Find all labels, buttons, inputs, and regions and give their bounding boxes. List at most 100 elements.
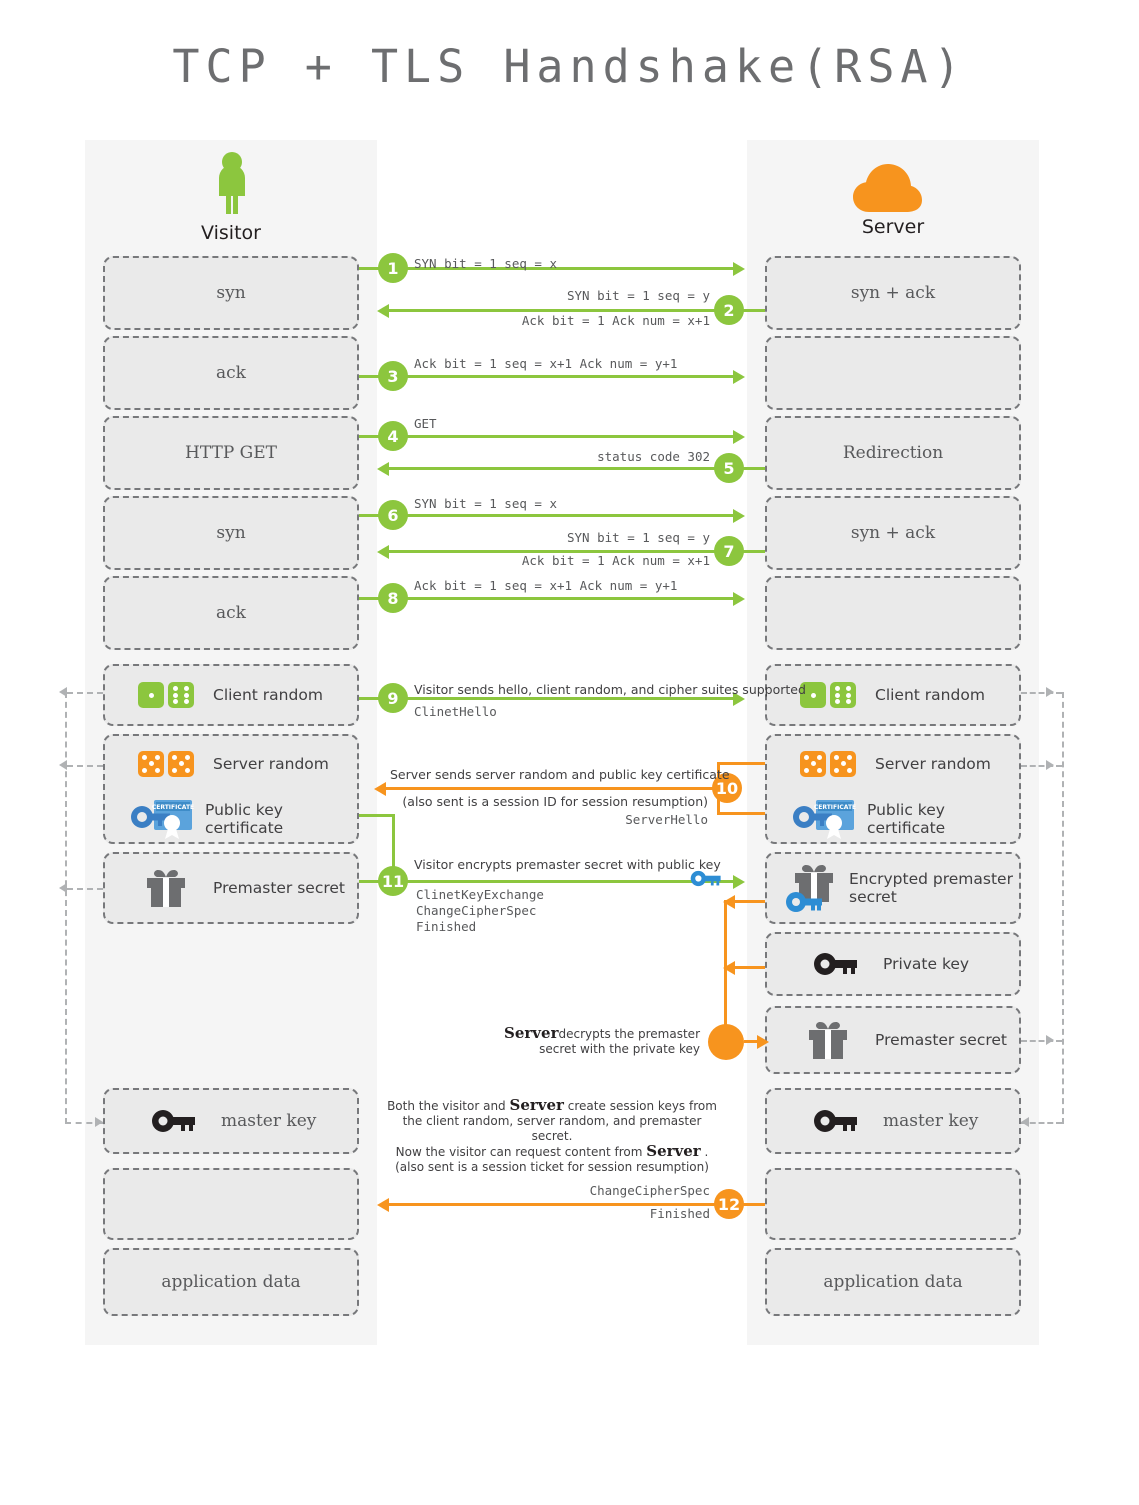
decrypt-vertical-line [724, 900, 727, 1042]
box-label: Public key certificate [867, 800, 946, 837]
message-11-proto-1: ClinetKeyExchange [416, 887, 544, 902]
box-label: syn [216, 283, 246, 303]
bracket-10-bottom [717, 812, 765, 815]
box-label: syn [216, 523, 246, 543]
right-tap-client-random [1021, 692, 1062, 694]
master-note-1c: create session keys from [567, 1099, 717, 1113]
arrow-line-4 [359, 435, 739, 438]
message-7a: SYN bit = 1 seq = y [567, 530, 710, 545]
box-redirection: Redirection [765, 416, 1021, 490]
box-syn-ack-1: syn + ack [765, 256, 1021, 330]
step-badge-9: 9 [378, 683, 408, 713]
box-client-random-left: Client random [103, 664, 359, 726]
right-tap-premaster [1021, 1040, 1062, 1042]
box-encrypted-premaster: Encrypted premaster secret [765, 852, 1021, 924]
box-label: Client random [213, 686, 323, 704]
box-ack-2: ack [103, 576, 359, 650]
master-note-2: the client random, server random, and pr… [402, 1114, 702, 1143]
box-blank-left [103, 1168, 359, 1240]
right-tap-client-random-head [1046, 687, 1054, 697]
message-12a: ChangeCipherSpec [589, 1183, 710, 1198]
right-tap-premaster-head [1046, 1035, 1054, 1045]
decrypt-node [708, 1024, 744, 1060]
step-badge-3: 3 [378, 361, 408, 391]
bracket-10-top [717, 762, 765, 765]
message-8: Ack bit = 1 seq = x+1 Ack num = y+1 [414, 578, 678, 593]
arrow-head-12 [377, 1197, 389, 1212]
step-badge-11: 11 [378, 866, 408, 896]
step-badge-6: 6 [378, 500, 408, 530]
step-badge-7: 7 [714, 536, 744, 566]
box-private-key: Private key [765, 932, 1021, 996]
master-note-server-1: Server [509, 1096, 564, 1114]
orange-dice-icon [135, 750, 197, 777]
decrypt-feed-privatekey-line [735, 966, 765, 969]
box-label: master key [221, 1111, 317, 1131]
arrow-line-2 [389, 309, 765, 312]
box-blank-right-3 [765, 1168, 1021, 1240]
message-9-desc: Visitor sends hello, client random, and … [414, 682, 806, 697]
key-icon [143, 1108, 205, 1134]
diagram-canvas: TCP + TLS Handshake(RSA) Visitor Server … [0, 0, 1139, 1505]
cert-to-step11-horizontal [359, 814, 395, 817]
cloud-icon [845, 158, 941, 214]
arrow-head-1 [733, 261, 745, 276]
decrypt-out-head [757, 1034, 769, 1049]
master-note-4: (also sent is a session ticket for sessi… [395, 1160, 709, 1174]
decrypt-note-line1: decrypts the premaster [558, 1027, 700, 1041]
green-dice-icon [797, 682, 859, 708]
gift-key-icon [783, 862, 841, 914]
step-badge-8: 8 [378, 583, 408, 613]
arrow-head-5 [377, 461, 389, 476]
certificate-key-icon: CERTIFICATE [127, 797, 197, 841]
message-10-proto: ServerHello [625, 812, 708, 827]
person-icon [210, 152, 254, 214]
step-badge-1: 1 [378, 253, 408, 283]
box-master-key-left: master key [103, 1088, 359, 1154]
left-tap-premaster-head [59, 883, 67, 893]
box-syn-ack-2: syn + ack [765, 496, 1021, 570]
arrow-head-8 [733, 591, 745, 606]
arrow-line-6 [359, 514, 739, 517]
box-blank-right-2 [765, 576, 1021, 650]
right-bus-vertical [1062, 692, 1064, 1124]
message-9-proto: ClinetHello [414, 704, 497, 719]
step-badge-5: 5 [714, 453, 744, 483]
box-label: syn + ack [850, 523, 936, 543]
box-application-data-right: application data [765, 1248, 1021, 1316]
orange-dice-icon [797, 750, 859, 777]
arrow-head-4 [733, 429, 745, 444]
key-icon [805, 1108, 867, 1134]
message-4: GET [414, 416, 437, 431]
arrow-head-11 [733, 874, 745, 889]
left-tap-client-random-head [59, 687, 67, 697]
arrow-head-2 [377, 303, 389, 318]
decrypt-note: Serverdecrypts the premaster secret with… [470, 1026, 700, 1057]
master-note-server-2: Server [646, 1142, 701, 1160]
message-7b: Ack bit = 1 Ack num = x+1 [521, 553, 710, 568]
message-11-proto-2: ChangeCipherSpec [416, 903, 537, 918]
box-label: Server random [875, 754, 991, 773]
master-note-1a: Both the visitor and [387, 1099, 506, 1113]
arrow-line-3 [359, 375, 739, 378]
arrow-line-5 [389, 467, 765, 470]
arrow-line-10 [386, 787, 736, 790]
message-2b: Ack bit = 1 Ack num = x+1 [521, 313, 710, 328]
message-11-proto-3: Finished [416, 919, 477, 934]
box-syn-1: syn [103, 256, 359, 330]
decrypt-feed-encpremaster-line [735, 900, 765, 903]
right-tap-server-random-head [1046, 760, 1054, 770]
box-label: Public key certificate [205, 800, 284, 837]
box-label: Premaster secret [875, 1031, 1008, 1049]
message-5: status code 302 [597, 449, 710, 464]
visitor-label: Visitor [201, 222, 261, 244]
server-label: Server [861, 216, 925, 238]
green-dice-icon [135, 682, 197, 708]
message-12b: Finished [649, 1206, 710, 1221]
left-tap-server-random-head [59, 760, 67, 770]
box-label: ack [216, 603, 246, 623]
box-syn-2: syn [103, 496, 359, 570]
message-6: SYN bit = 1 seq = x [414, 496, 557, 511]
svg-text:CERTIFICATE: CERTIFICATE [814, 804, 856, 811]
right-tap-server-random [1021, 765, 1062, 767]
